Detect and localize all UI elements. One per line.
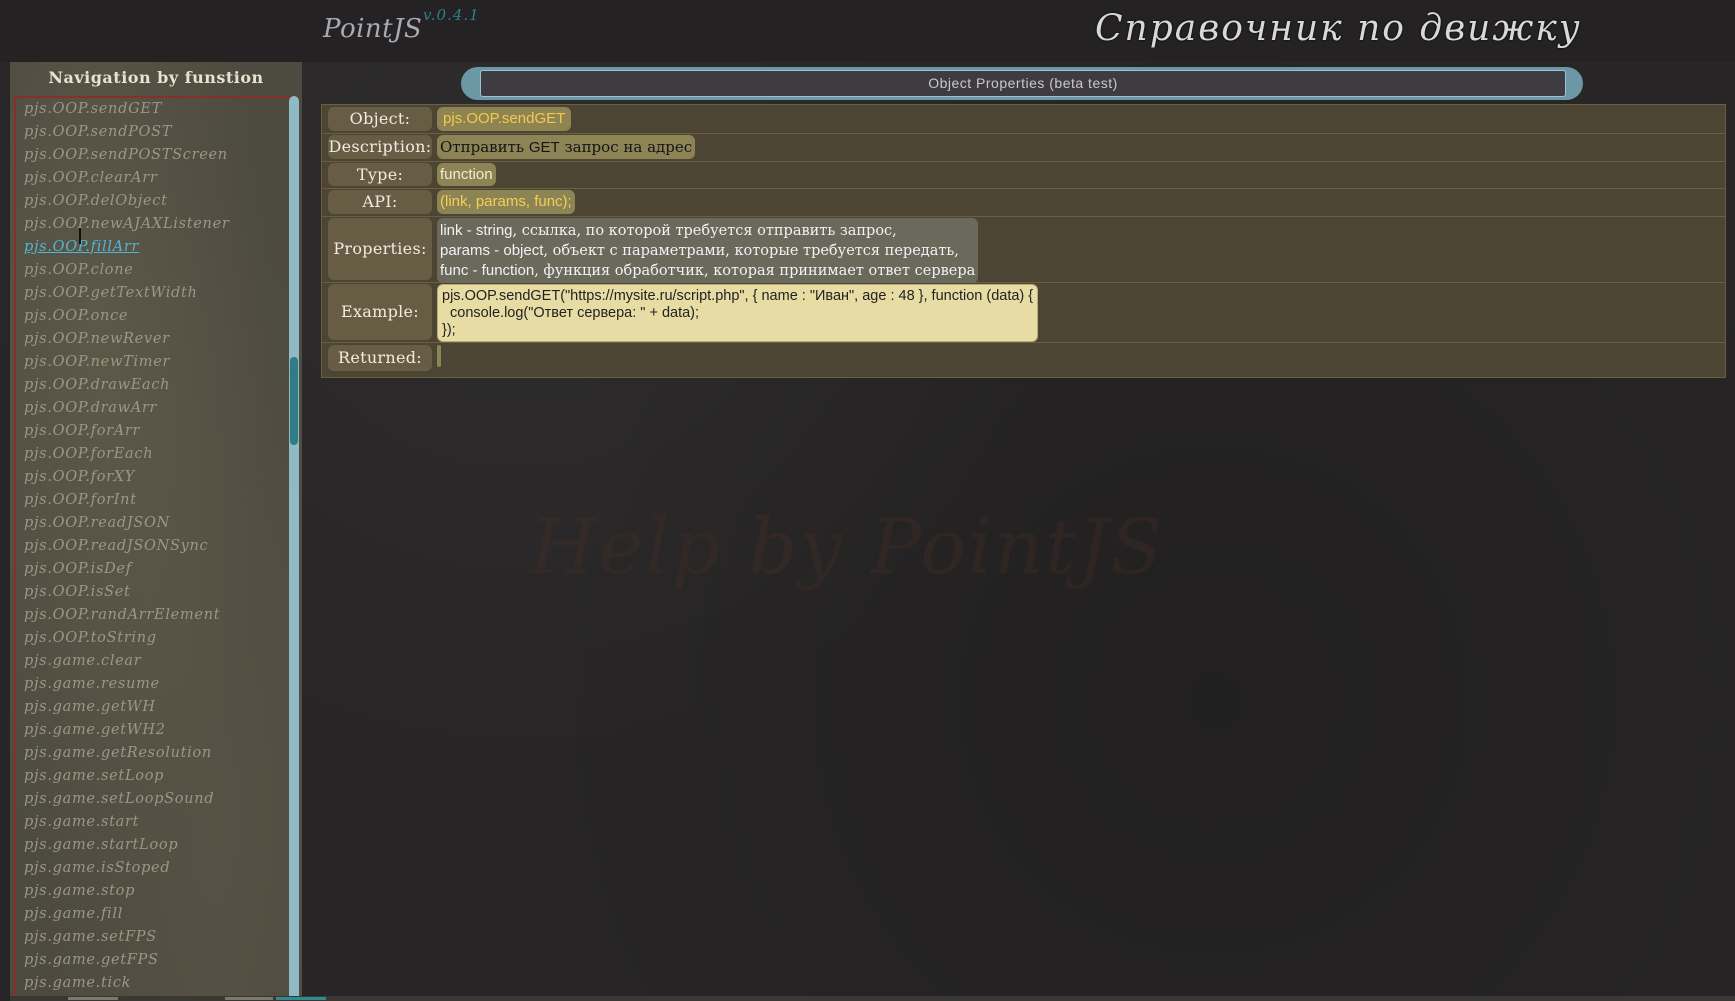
sidebar-item[interactable]: pjs.game.setLoopSound <box>16 788 294 811</box>
sidebar-item[interactable]: pjs.OOP.isSet <box>16 581 294 604</box>
sidebar-item[interactable]: pjs.game.setFPS <box>16 926 294 949</box>
example-code: pjs.OOP.sendGET("https://mysite.ru/scrip… <box>437 284 1039 342</box>
sidebar-item[interactable]: pjs.game.tick <box>16 972 294 995</box>
sidebar-item[interactable]: pjs.OOP.newRever <box>16 328 294 351</box>
bottom-scroll-mark <box>225 997 273 1000</box>
param-name: link - string <box>440 222 513 239</box>
sidebar-item[interactable]: pjs.OOP.isDef <box>16 558 294 581</box>
description-prefix: Отправить <box>440 138 529 156</box>
text-cursor-icon <box>79 228 84 244</box>
navigation-list[interactable]: pjs.OOP.sendGET pjs.OOP.sendPOST pjs.OOP.s… <box>14 96 294 998</box>
object-value: pjs.OOP.sendGET <box>437 107 572 131</box>
row-example: Example: pjs.OOP.sendGET("https://mysite… <box>322 282 1725 343</box>
row-description: Description: Отправить GET запрос на адр… <box>322 133 1725 162</box>
type-label: Type: <box>328 163 432 186</box>
param-desc: , функция обработчик, которая принимает … <box>534 263 976 279</box>
sidebar-title: Navigation by funstion <box>48 68 264 87</box>
row-type: Type: function <box>322 161 1725 189</box>
sidebar-item[interactable]: pjs.game.startLoop <box>16 834 294 857</box>
sidebar-item[interactable]: pjs.OOP.once <box>16 305 294 328</box>
description-label: Description: <box>328 135 432 159</box>
param-desc: , ссылка, по которой требуется отправить… <box>512 223 897 239</box>
properties-value: link - string, ссылка, по которой требуе… <box>437 218 979 283</box>
sidebar-item[interactable]: pjs.OOP.fillArr <box>16 236 294 259</box>
api-value: (link, params, func); <box>437 190 575 214</box>
sidebar-item[interactable]: pjs.OOP.forInt <box>16 489 294 512</box>
sidebar-item[interactable]: pjs.game.getWH2 <box>16 719 294 742</box>
watermark: Help by PointJS <box>530 502 1165 591</box>
sidebar-item[interactable]: pjs.OOP.forXY <box>16 466 294 489</box>
sidebar-item[interactable]: pjs.OOP.newTimer <box>16 351 294 374</box>
description-value: Отправить GET запрос на адрес <box>437 135 696 159</box>
sidebar-item[interactable]: pjs.OOP.toString <box>16 627 294 650</box>
api-label: API: <box>328 190 432 214</box>
sidebar-item[interactable]: pjs.game.fill <box>16 903 294 926</box>
properties-label: Properties: <box>328 218 432 280</box>
param-name: func - function <box>440 262 535 279</box>
sidebar-item[interactable]: pjs.game.setLoop <box>16 765 294 788</box>
sidebar-item[interactable]: pjs.game.getResolution <box>16 742 294 765</box>
row-returned: Returned: <box>322 342 1725 376</box>
sidebar-item[interactable]: pjs.OOP.forArr <box>16 420 294 443</box>
sidebar-item[interactable]: pjs.game.stop <box>16 880 294 903</box>
bottom-scroll-mark <box>68 997 118 1000</box>
sidebar-item[interactable]: pjs.OOP.readJSON <box>16 512 294 535</box>
description-suffix: запрос на адрес <box>559 138 693 156</box>
row-object: Object: pjs.OOP.sendGET <box>322 105 1725 134</box>
sidebar-item[interactable]: pjs.OOP.clone <box>16 259 294 282</box>
version-label: v.0.4.1 <box>423 6 480 24</box>
row-properties: Properties: link - string, ссылка, по ко… <box>322 216 1725 283</box>
sidebar-item[interactable]: pjs.game.resume <box>16 673 294 696</box>
code-line: }); <box>442 322 456 338</box>
sidebar-item[interactable]: pjs.OOP.sendGET <box>16 98 294 121</box>
sidebar-scrollbar-thumb[interactable] <box>290 357 298 445</box>
object-label: Object: <box>328 107 432 131</box>
sidebar-item[interactable]: pjs.OOP.getTextWidth <box>16 282 294 305</box>
logo[interactable]: PointJS <box>323 14 422 44</box>
sidebar-item[interactable]: pjs.game.start <box>16 811 294 834</box>
sidebar-item[interactable]: pjs.OOP.drawArr <box>16 397 294 420</box>
row-api: API: (link, params, func); <box>322 188 1725 217</box>
type-value: function <box>437 163 496 186</box>
sidebar-item[interactable]: pjs.OOP.sendPOSTScreen <box>16 144 294 167</box>
returned-label: Returned: <box>328 345 432 371</box>
param-line: link - string, ссылка, по которой требуе… <box>440 221 975 241</box>
param-name: params - object <box>440 242 544 259</box>
sidebar-item[interactable]: pjs.game.getWH <box>16 696 294 719</box>
param-line: params - object, объект с параметрами, к… <box>440 241 975 261</box>
panel-title: Object Properties (beta test) <box>480 70 1566 97</box>
example-label: Example: <box>328 284 432 340</box>
page-title: Справочник по движку <box>1095 8 1582 49</box>
sidebar-item[interactable]: pjs.OOP.forEach <box>16 443 294 466</box>
bottom-scroll-thumb[interactable] <box>276 997 326 1000</box>
sidebar-item[interactable]: pjs.OOP.randArrElement <box>16 604 294 627</box>
sidebar-item[interactable]: pjs.game.clear <box>16 650 294 673</box>
returned-value <box>437 345 441 367</box>
sidebar-scrollbar-track[interactable] <box>289 96 299 1001</box>
sidebar-item[interactable]: pjs.OOP.newAJAXListener <box>16 213 294 236</box>
sidebar-item[interactable]: pjs.OOP.clearArr <box>16 167 294 190</box>
panel-header: Object Properties (beta test) <box>461 67 1583 100</box>
sidebar-item[interactable]: pjs.OOP.readJSONSync <box>16 535 294 558</box>
app-header: PointJS v.0.4.1 Справочник по движку <box>0 0 1735 62</box>
param-line: func - function, функция обработчик, кот… <box>440 261 975 281</box>
param-desc: , объект с параметрами, которые требуетс… <box>543 243 959 259</box>
properties-table: Object: pjs.OOP.sendGET Description: Отп… <box>321 104 1726 378</box>
sidebar: Navigation by funstion pjs.OOP.sendGET pj… <box>10 62 302 1001</box>
sidebar-item[interactable]: pjs.OOP.drawEach <box>16 374 294 397</box>
sidebar-item[interactable]: pjs.OOP.sendPOST <box>16 121 294 144</box>
code-line: pjs.OOP.sendGET("https://mysite.ru/scrip… <box>442 288 1034 304</box>
code-line: console.log("Ответ сервера: " + data); <box>442 305 700 321</box>
sidebar-item[interactable]: pjs.game.getFPS <box>16 949 294 972</box>
description-keyword: GET <box>528 139 560 156</box>
sidebar-item[interactable]: pjs.game.isStoped <box>16 857 294 880</box>
sidebar-item[interactable]: pjs.OOP.delObject <box>16 190 294 213</box>
